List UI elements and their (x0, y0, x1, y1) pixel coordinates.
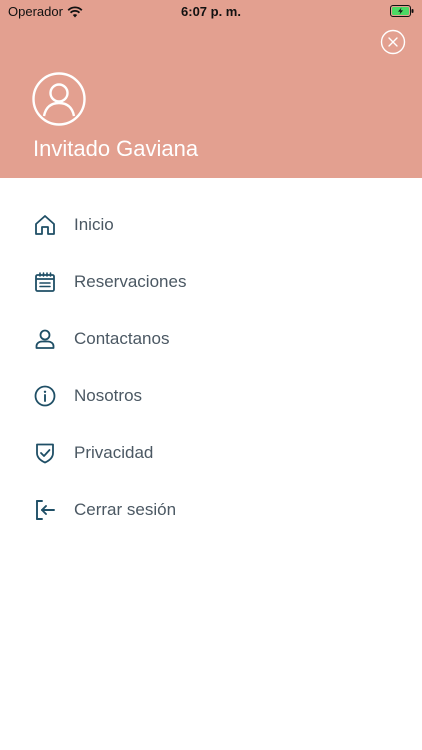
logout-icon (36, 499, 55, 520)
status-bar: Operador 6:07 p. m. (0, 0, 422, 22)
avatar-icon (32, 72, 86, 126)
menu-item-cerrar-sesion[interactable]: Cerrar sesión (0, 481, 422, 538)
menu-item-label: Privacidad (74, 442, 154, 462)
menu-item-nosotros[interactable]: Nosotros (0, 367, 422, 424)
drawer-header: Operador 6:07 p. m. Invitado Gaviana (0, 0, 422, 178)
clock: 6:07 p. m. (181, 4, 241, 19)
info-icon (34, 385, 56, 406)
close-button[interactable] (380, 29, 406, 55)
user-icon (35, 329, 55, 349)
menu-item-contactanos[interactable]: Contactanos (0, 310, 422, 367)
menu-item-label: Inicio (74, 214, 114, 234)
close-icon (380, 29, 406, 55)
menu-item-privacidad[interactable]: Privacidad (0, 424, 422, 481)
drawer-menu: Inicio Reservaciones Contactanos Nosotro… (0, 196, 422, 538)
menu-item-label: Cerrar sesión (74, 499, 177, 519)
battery-charging-icon (390, 5, 414, 17)
menu-item-reservaciones[interactable]: Reservaciones (0, 253, 422, 310)
menu-item-label: Contactanos (74, 328, 170, 348)
menu-item-inicio[interactable]: Inicio (0, 196, 422, 253)
calendar-icon (35, 271, 55, 292)
shield-check-icon (36, 443, 54, 463)
menu-item-label: Reservaciones (74, 271, 187, 291)
home-icon (35, 214, 55, 235)
user-name: Invitado Gaviana (33, 136, 199, 161)
menu-item-label: Nosotros (74, 385, 143, 405)
